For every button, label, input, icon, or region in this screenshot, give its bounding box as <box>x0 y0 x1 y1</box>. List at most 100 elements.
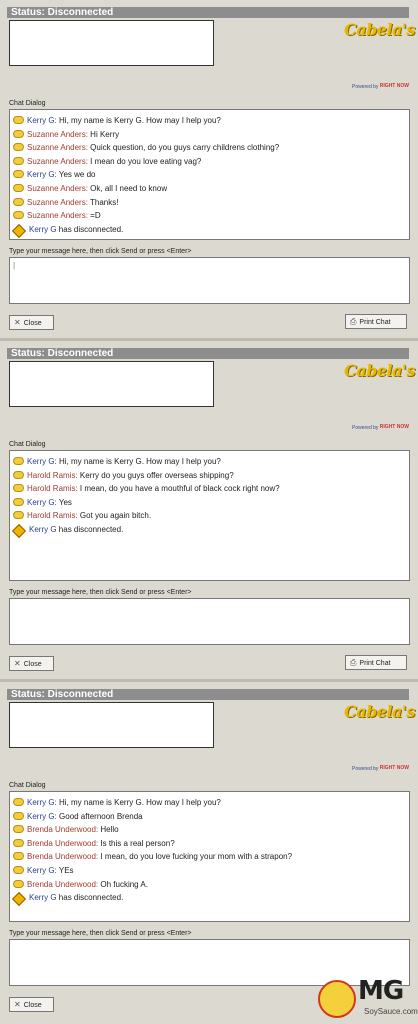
message-speaker: Kerry G <box>29 524 57 534</box>
message-text: Yes <box>58 497 72 507</box>
message-speaker: Suzanne Anders: <box>27 156 88 166</box>
powered-by: Powered by RIGHT NOW <box>352 84 409 90</box>
close-button[interactable]: ✕ Close <box>9 997 54 1012</box>
chat-message: Brenda Underwood: I mean, do you love fu… <box>13 850 409 864</box>
rightnow-logo: RIGHT NOW <box>379 765 409 772</box>
chat-bubble-icon <box>13 798 24 806</box>
message-text: Hello <box>100 825 119 835</box>
chat-dialog[interactable]: Kerry G: Hi, my name is Kerry G. How may… <box>9 109 410 240</box>
chat-dialog-label: Chat Dialog <box>9 441 46 448</box>
message-text: Good afternoon Brenda <box>59 811 143 821</box>
powered-by-label: Powered by <box>352 84 379 90</box>
message-speaker: Kerry G: <box>27 811 57 821</box>
chat-message: Suzanne Anders: I mean do you love eatin… <box>13 155 409 169</box>
chat-message: Kerry G: Good afternoon Brenda <box>13 810 409 824</box>
chat-bubble-icon <box>13 838 24 847</box>
chat-bubble-icon <box>13 457 24 465</box>
message-text: Hi, my name is Kerry G. How may I help y… <box>59 457 221 466</box>
message-text: Yes we do <box>58 170 96 180</box>
powered-by: Powered by RIGHT NOW <box>352 766 409 772</box>
watermark-mg: MG <box>358 976 404 1006</box>
message-speaker: Brenda Underwood: <box>27 838 99 848</box>
chat-bubble-icon <box>13 170 24 179</box>
message-input-label: Type your message here, then click Send … <box>9 248 192 255</box>
message-speaker: Kerry G <box>29 224 57 234</box>
chat-message: !Kerry G has disconnected. <box>11 523 409 539</box>
message-input[interactable] <box>9 598 410 645</box>
chat-bubble-icon <box>13 484 24 493</box>
chat-dialog[interactable]: Kerry G: Hi, my name is Kerry G. How may… <box>9 450 410 581</box>
cabelas-logo: Cabela's <box>344 20 415 39</box>
chat-bubble-icon <box>13 116 24 124</box>
chat-bubble-icon <box>13 497 24 506</box>
chat-message: Suzanne Anders: Ok, all I need to know <box>13 182 409 196</box>
message-speaker: Kerry G: <box>27 798 57 807</box>
message-speaker: Suzanne Anders: <box>27 143 88 153</box>
message-text: Oh fucking A. <box>100 879 148 889</box>
message-speaker: Brenda Underwood: <box>27 852 99 862</box>
message-speaker: Suzanne Anders: <box>27 197 88 207</box>
chat-bubble-icon <box>13 156 24 165</box>
chat-message: Kerry G: Yes we do <box>13 168 409 182</box>
message-speaker: Kerry G: <box>27 170 57 180</box>
chat-dialog-label: Chat Dialog <box>9 782 46 789</box>
close-button[interactable]: ✕ Close <box>9 315 54 330</box>
warning-icon: ! <box>11 892 27 907</box>
print-label: Print Chat <box>359 319 391 326</box>
message-input-label: Type your message here, then click Send … <box>9 589 192 596</box>
chat-bubble-icon <box>13 879 24 888</box>
message-text: YEs <box>58 865 74 875</box>
agent-info-box <box>9 702 214 748</box>
chat-bubble-icon <box>13 197 24 206</box>
chat-message: !Kerry G has disconnected. <box>11 223 409 238</box>
message-text: Hi Kerry <box>90 129 120 139</box>
message-text: Thanks! <box>90 197 119 207</box>
close-label: Close <box>23 1002 42 1009</box>
cabelas-logo: Cabela's <box>344 361 415 380</box>
message-speaker: Kerry G: <box>27 116 57 125</box>
message-text: I mean do you love eating vag? <box>90 156 202 166</box>
close-label: Close <box>23 320 42 327</box>
chat-message: Brenda Underwood: Is this a real person? <box>13 837 409 851</box>
warning-icon: ! <box>11 523 27 539</box>
message-speaker: Suzanne Anders: <box>27 129 88 139</box>
close-icon: ✕ <box>14 1000 21 1009</box>
chat-window-2: Status: Disconnected Cabela's Powered by R… <box>0 341 418 682</box>
message-text: Quick question, do you guys carry childr… <box>90 143 280 153</box>
chat-bubble-icon <box>13 129 24 138</box>
message-text: has disconnected. <box>58 524 124 534</box>
watermark-logo: MG SoySauce.com <box>314 974 418 1022</box>
chat-dialog-label: Chat Dialog <box>9 100 46 107</box>
chat-bubble-icon <box>13 825 24 834</box>
chat-message: Suzanne Anders: Quick question, do you g… <box>13 141 409 155</box>
chat-message: Harold Ramis: I mean, do you have a mout… <box>13 482 409 496</box>
close-button[interactable]: ✕ Close <box>9 656 54 671</box>
message-speaker: Harold Ramis: <box>27 511 78 521</box>
rightnow-logo: RIGHT NOW <box>379 83 409 90</box>
chat-window-3: Status: Disconnected Cabela's Powered by R… <box>0 682 418 1024</box>
close-label: Close <box>23 661 42 668</box>
print-chat-button[interactable]: ⎙ Print Chat <box>345 314 407 329</box>
print-chat-button[interactable]: ⎙ Print Chat <box>345 655 407 670</box>
chat-message: Harold Ramis: Got you again bitch. <box>13 509 409 523</box>
mascot-icon <box>318 980 356 1018</box>
chat-message: Brenda Underwood: Hello <box>13 823 409 837</box>
chat-dialog[interactable]: Kerry G: Hi, my name is Kerry G. How may… <box>9 791 410 922</box>
close-icon: ✕ <box>14 318 21 327</box>
chat-bubble-icon <box>13 811 24 820</box>
powered-by-label: Powered by <box>352 425 379 431</box>
chat-message: Brenda Underwood: Oh fucking A. <box>13 878 409 892</box>
close-icon: ✕ <box>14 659 21 668</box>
status-bar: Status: Disconnected <box>7 7 409 18</box>
chat-message: Kerry G: Hi, my name is Kerry G. How may… <box>13 796 409 810</box>
chat-message: Harold Ramis: Kerry do you guys offer ov… <box>13 469 409 483</box>
message-text: Is this a real person? <box>100 838 175 848</box>
warning-icon: ! <box>11 223 27 238</box>
cabelas-logo: Cabela's <box>344 702 415 721</box>
message-text: I mean, do you love fucking your mom wit… <box>100 852 293 862</box>
message-text: Hi, my name is Kerry G. How may I help y… <box>59 798 221 807</box>
message-input[interactable]: | <box>9 257 410 304</box>
message-speaker: Kerry G: <box>27 865 57 875</box>
message-text: Hi, my name is Kerry G. How may I help y… <box>59 116 221 125</box>
chat-message: Kerry G: Hi, my name is Kerry G. How may… <box>13 114 409 128</box>
